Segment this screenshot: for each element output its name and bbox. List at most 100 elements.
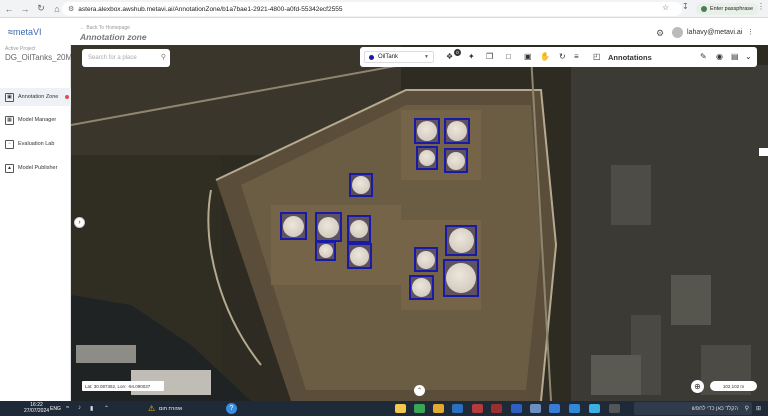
oil-tank-annotation-box[interactable] <box>444 148 468 173</box>
settings-icon[interactable]: ⚙ <box>656 28 664 39</box>
oil-tank-annotation-box[interactable] <box>414 247 438 272</box>
chevron-down-icon: ▼ <box>424 54 429 60</box>
help-icon[interactable]: ? <box>226 403 237 414</box>
app-icon-red[interactable] <box>472 404 483 413</box>
reload-icon[interactable]: ↻ <box>34 2 48 16</box>
back-to-homepage-link[interactable]: ← Back To Homepage <box>80 25 130 31</box>
class-label: OilTank <box>378 54 399 60</box>
taskbar-clock[interactable]: 16:22 27/07/2024 <box>24 402 49 414</box>
sidebar-collapse-button[interactable]: › <box>74 217 85 228</box>
forward-arrow-icon[interactable]: → <box>18 2 32 16</box>
class-select[interactable]: OilTank ▼ <box>364 51 434 63</box>
download-icon[interactable]: ↧ <box>682 2 689 11</box>
word-icon[interactable] <box>511 404 522 413</box>
windows-taskbar: 16:22 27/07/2024 ENG ≈ ♪ ▮ ⌃ ⚠ אזהרת חום… <box>0 401 768 416</box>
app-icon-dark-red[interactable] <box>491 404 502 413</box>
file-explorer-icon[interactable] <box>395 404 406 413</box>
visibility-eye-icon[interactable]: ◉ <box>716 52 723 61</box>
sidebar-item-annotation-zone[interactable]: ▣ Annotation Zone <box>0 88 71 106</box>
sidebar-item-evaluation-lab[interactable]: ▫ Evaluation Lab <box>0 135 71 153</box>
wifi-icon[interactable]: ≈ <box>66 405 69 411</box>
volume-icon[interactable]: ♪ <box>78 405 81 411</box>
layers-icon[interactable]: ❖ <box>446 52 453 61</box>
edit-icon[interactable]: ✎ <box>700 52 707 61</box>
oil-tank-annotation-box[interactable] <box>445 225 477 256</box>
oil-tank-annotation-box[interactable] <box>315 241 336 261</box>
sidebar-item-model-manager[interactable]: ▦ Model Manager <box>0 111 71 129</box>
oil-tank <box>447 151 465 170</box>
site-info-icon[interactable]: ⚙ <box>68 5 74 13</box>
passphrase-button[interactable]: Enter passphrase <box>696 3 759 15</box>
battery-icon[interactable]: ▮ <box>90 405 93 412</box>
chevron-down-icon[interactable]: ⌄ <box>745 52 752 61</box>
search-icon[interactable]: ⚲ <box>161 53 166 61</box>
oil-tank <box>447 121 467 141</box>
oil-tank-annotation-box[interactable] <box>349 173 373 197</box>
oil-tank <box>419 150 435 166</box>
user-menu-icon[interactable]: ⋮ <box>747 28 754 36</box>
chrome-icon[interactable] <box>433 404 444 413</box>
teams-icon[interactable] <box>589 404 600 413</box>
oil-tank-annotation-box[interactable] <box>347 243 372 269</box>
oil-tank-annotation-box[interactable] <box>416 146 438 170</box>
oil-tank <box>446 263 476 293</box>
oil-tank-annotation-box[interactable] <box>280 212 307 240</box>
taskbar-search-input[interactable]: הקלד כאן כדי לחפש ⚲ <box>634 402 752 415</box>
filter-icon[interactable]: ≡ <box>574 52 579 61</box>
chevron-right-icon: › <box>78 219 81 226</box>
dropbox-icon[interactable] <box>530 404 541 413</box>
excel-icon[interactable] <box>414 404 425 413</box>
avatar[interactable] <box>672 27 683 38</box>
weather-alert-text[interactable]: אזהרת חום <box>159 406 182 412</box>
locate-button[interactable]: ⊕ <box>691 380 704 393</box>
oil-tank-annotation-box[interactable] <box>315 212 342 242</box>
sidebar-item-model-publisher[interactable]: ▲ Model Publisher <box>0 159 71 177</box>
oil-tank-annotation-box[interactable] <box>409 275 434 300</box>
mail-icon[interactable] <box>549 404 560 413</box>
coordinates-readout: Lat: 30.087362, Lon: -94.090037 <box>82 381 164 391</box>
tray-chevron-icon[interactable]: ⌃ <box>104 405 109 412</box>
edge-icon[interactable] <box>569 404 580 413</box>
copy-icon[interactable]: ❐ <box>486 52 493 61</box>
warning-icon[interactable]: ⚠ <box>148 404 155 413</box>
clock-date: 27/07/2024 <box>24 408 50 414</box>
browser-menu-icon[interactable]: ⋮ <box>757 2 765 11</box>
oil-tank <box>417 121 437 141</box>
search-icon: ⚲ <box>744 406 749 412</box>
bookmark-star-icon[interactable]: ☆ <box>662 3 669 12</box>
map-side-tab[interactable] <box>759 148 768 156</box>
oil-tank-annotation-box[interactable] <box>414 118 440 144</box>
oil-tank-annotation-box[interactable] <box>444 118 470 144</box>
oil-tank <box>350 220 368 238</box>
app-logo[interactable]: ≈metaVI <box>8 27 41 37</box>
satellite-map[interactable] <box>71 45 768 401</box>
oil-tank-annotation-box[interactable] <box>347 215 371 243</box>
sidebar-item-label: Model Publisher <box>18 165 58 171</box>
outlook-icon[interactable] <box>452 404 463 413</box>
profile-dot-icon <box>701 6 707 12</box>
search-input[interactable]: Search for a place ⚲ <box>82 49 170 67</box>
windows-start-icon[interactable]: ⊞ <box>756 405 761 412</box>
select-region-icon[interactable]: ▣ <box>524 52 532 61</box>
save-icon[interactable]: ▤ <box>731 52 739 61</box>
passphrase-label: Enter passphrase <box>710 6 754 12</box>
bounding-box-icon[interactable]: □ <box>506 52 511 61</box>
expand-panel-button[interactable]: ⌃ <box>414 385 425 396</box>
oil-tank-annotation-box[interactable] <box>443 259 479 297</box>
logo-text: metaVI <box>12 27 42 37</box>
language-indicator[interactable]: ENG <box>50 406 61 412</box>
oil-tank <box>352 176 370 194</box>
rotate-icon[interactable]: ↻ <box>559 52 566 61</box>
pan-hand-icon[interactable]: ✋ <box>540 52 550 61</box>
chevron-up-icon: ⌃ <box>416 388 423 394</box>
taskbar-search-placeholder: הקלד כאן כדי לחפש <box>691 405 738 412</box>
address-bar[interactable]: ⚙ astera.alexbox.awshub.metavi.ai/Annota… <box>62 2 682 16</box>
globe-icon[interactable]: ◰ <box>593 52 601 61</box>
user-email[interactable]: lahavy@metavi.ai <box>687 29 742 36</box>
back-arrow-icon[interactable]: ← <box>2 2 16 16</box>
magic-wand-icon[interactable]: ✦ <box>468 52 475 61</box>
model-icon: ▦ <box>5 115 14 125</box>
evaluation-icon: ▫ <box>5 139 14 149</box>
oil-tank <box>350 246 369 266</box>
app-icon-gray[interactable] <box>609 404 620 413</box>
